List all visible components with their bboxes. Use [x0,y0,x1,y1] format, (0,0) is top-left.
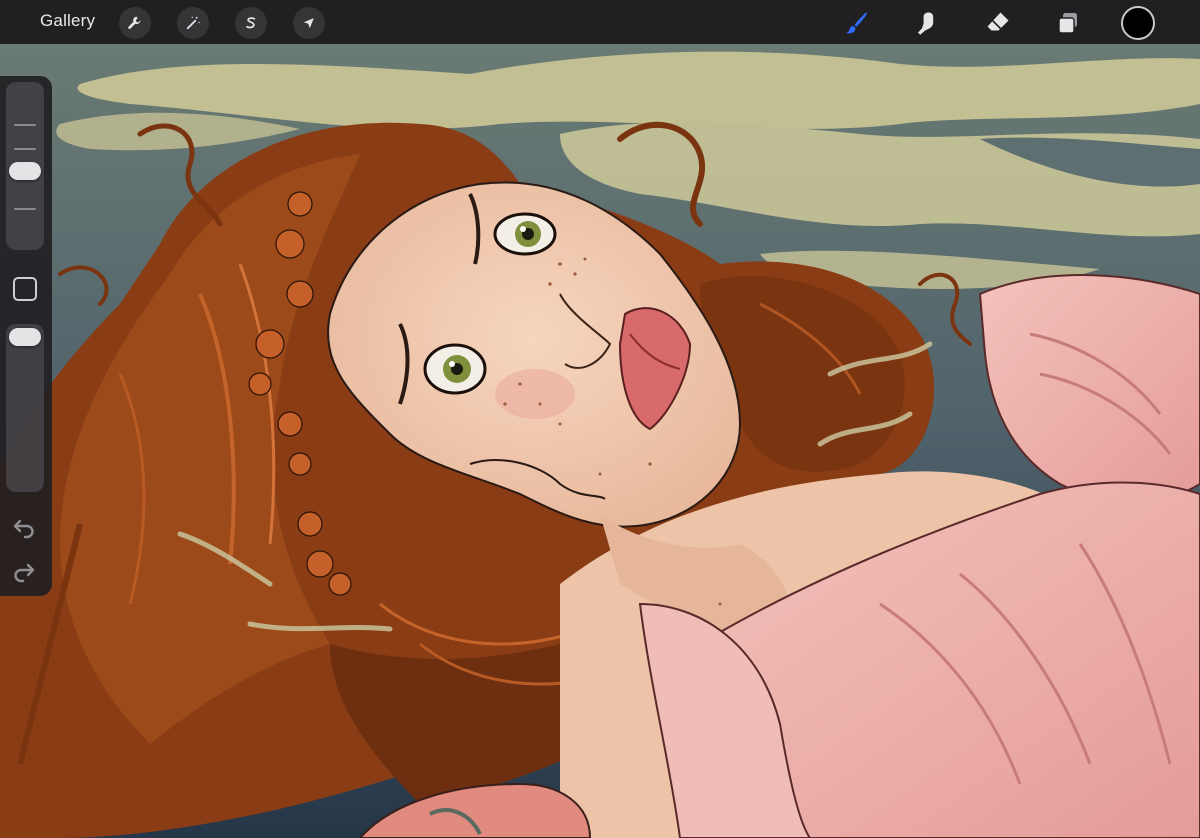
undo-arrow-icon [13,519,34,539]
eraser-icon [987,12,1009,31]
redo-button[interactable] [11,558,37,584]
slider-tick [14,148,36,150]
side-toolbar [0,76,52,596]
smudge-button[interactable] [909,6,943,40]
layers-button[interactable] [1051,6,1085,40]
cheek-blush [495,369,575,419]
color-picker-button[interactable] [1121,6,1155,40]
smudge-finger-icon [918,12,934,35]
slider-tick [14,208,36,210]
opacity-thumb[interactable] [9,328,41,346]
selection-s-icon [246,17,256,29]
brush-button[interactable] [839,6,873,40]
square-modify-icon[interactable] [13,277,37,301]
gallery-button[interactable]: Gallery [40,11,95,31]
adjustments-button[interactable] [177,7,209,39]
top-toolbar: Gallery [0,0,1200,44]
magic-wand-icon [186,16,201,30]
layers-icon [1058,13,1077,34]
brush-icon [846,12,867,34]
undo-button[interactable] [11,514,37,540]
artwork-illustration [0,44,1200,838]
procreate-app: Gallery [0,0,1200,838]
selection-button[interactable] [235,7,267,39]
redo-arrow-icon [14,563,35,583]
wrench-icon [128,16,141,29]
actions-button[interactable] [119,7,151,39]
transform-button[interactable] [293,7,325,39]
arrow-cursor-icon [303,18,314,29]
drawing-canvas[interactable] [0,44,1200,838]
eraser-button[interactable] [981,6,1015,40]
opacity-slider[interactable] [6,324,44,492]
brush-size-thumb[interactable] [9,162,41,180]
brush-size-slider[interactable] [6,82,44,250]
slider-tick [14,124,36,126]
